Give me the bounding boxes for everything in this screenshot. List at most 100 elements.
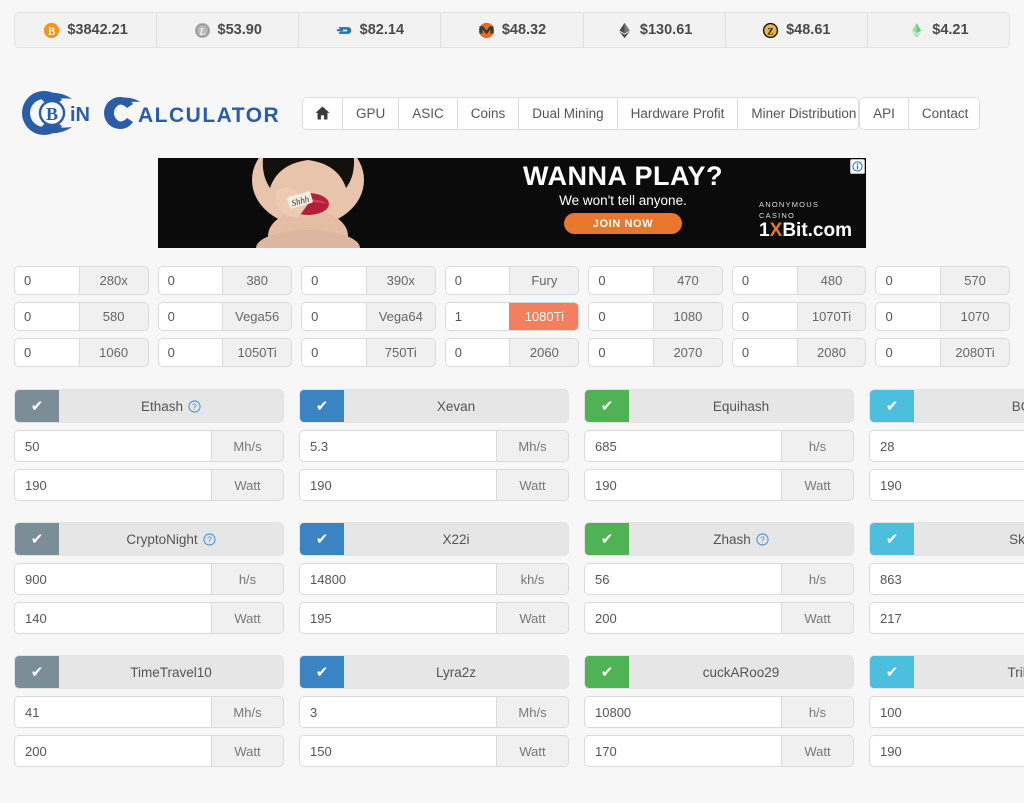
algorithm-name-button[interactable]: TimeTravel10 (59, 656, 283, 688)
gpu-quantity-input[interactable] (159, 267, 223, 294)
ticker-item-zec[interactable]: Z$48.61 (726, 13, 868, 47)
gpu-quantity-input[interactable] (589, 303, 653, 330)
gpu-model-label[interactable]: 2080Ti (940, 339, 1009, 366)
algorithm-name-button[interactable]: Equihash (629, 390, 853, 422)
gpu-model-label[interactable]: 1060 (79, 339, 148, 366)
gpu-model-label[interactable]: 1080 (653, 303, 722, 330)
ticker-item-dash[interactable]: $82.14 (299, 13, 441, 47)
algorithm-name-button[interactable]: Xevan (344, 390, 568, 422)
gpu-quantity-input[interactable] (876, 339, 940, 366)
help-question-icon[interactable]: ? (188, 400, 201, 413)
algorithm-checkbox-zhash[interactable]: ✔ (585, 523, 629, 555)
gpu-quantity-input[interactable] (733, 339, 797, 366)
algorithm-hashrate-input[interactable] (15, 697, 211, 727)
gpu-quantity-input[interactable] (15, 303, 79, 330)
algorithm-checkbox-bcd[interactable]: ✔ (870, 390, 914, 422)
help-question-icon[interactable]: ? (203, 533, 216, 546)
nav-item-api[interactable]: API (860, 98, 909, 129)
algorithm-checkbox-x22i[interactable]: ✔ (300, 523, 344, 555)
advertisement-banner[interactable]: Shhh WANNA PLAY? We won't tell anyone. J… (158, 158, 866, 248)
algorithm-checkbox-xevan[interactable]: ✔ (300, 390, 344, 422)
algorithm-power-input[interactable] (300, 736, 496, 766)
algorithm-name-button[interactable]: BCD (914, 390, 1024, 422)
gpu-model-label[interactable]: 570 (940, 267, 1009, 294)
gpu-quantity-input[interactable] (15, 339, 79, 366)
gpu-quantity-input[interactable] (302, 303, 366, 330)
gpu-model-label[interactable]: 1050Ti (222, 339, 291, 366)
algorithm-hashrate-input[interactable] (870, 564, 1024, 594)
algorithm-checkbox-ethash[interactable]: ✔ (15, 390, 59, 422)
algorithm-checkbox-cryptonight[interactable]: ✔ (15, 523, 59, 555)
algorithm-power-input[interactable] (300, 470, 496, 500)
ticker-item-xmr[interactable]: $48.32 (441, 13, 583, 47)
algorithm-name-button[interactable]: cuckARoo29 (629, 656, 853, 688)
algorithm-name-button[interactable]: Lyra2z (344, 656, 568, 688)
gpu-model-label[interactable]: Fury (509, 267, 578, 294)
nav-item-dual-mining[interactable]: Dual Mining (519, 98, 617, 129)
algorithm-hashrate-input[interactable] (585, 564, 781, 594)
gpu-model-label[interactable]: 1070Ti (797, 303, 866, 330)
algorithm-hashrate-input[interactable] (585, 431, 781, 461)
gpu-model-label[interactable]: 390x (366, 267, 435, 294)
algorithm-power-input[interactable] (15, 736, 211, 766)
gpu-quantity-input[interactable] (589, 339, 653, 366)
ticker-item-ltc[interactable]: L$53.90 (157, 13, 299, 47)
algorithm-hashrate-input[interactable] (585, 697, 781, 727)
gpu-model-label[interactable]: 580 (79, 303, 148, 330)
algorithm-hashrate-input[interactable] (300, 431, 496, 461)
join-now-button[interactable]: JOIN NOW (564, 213, 682, 234)
gpu-model-label[interactable]: 2080 (797, 339, 866, 366)
algorithm-checkbox-cuckaroo29[interactable]: ✔ (585, 656, 629, 688)
algorithm-hashrate-input[interactable] (15, 431, 211, 461)
algorithm-hashrate-input[interactable] (870, 697, 1024, 727)
algorithm-name-button[interactable]: X22i (344, 523, 568, 555)
algorithm-checkbox-tribus[interactable]: ✔ (870, 656, 914, 688)
algorithm-checkbox-timetravel10[interactable]: ✔ (15, 656, 59, 688)
gpu-quantity-input[interactable] (446, 339, 510, 366)
algorithm-power-input[interactable] (870, 603, 1024, 633)
gpu-model-label[interactable]: 2060 (509, 339, 578, 366)
algorithm-name-button[interactable]: CryptoNight? (59, 523, 283, 555)
gpu-quantity-input[interactable] (159, 303, 223, 330)
nav-item-hardware-profit[interactable]: Hardware Profit (618, 98, 739, 129)
nav-home-button[interactable] (303, 98, 343, 129)
gpu-model-label[interactable]: 1080Ti (509, 303, 578, 330)
algorithm-power-input[interactable] (15, 603, 211, 633)
gpu-model-label[interactable]: Vega56 (222, 303, 291, 330)
help-question-icon[interactable]: ? (756, 533, 769, 546)
nav-item-miner-distribution[interactable]: Miner Distribution (738, 98, 859, 129)
algorithm-hashrate-input[interactable] (15, 564, 211, 594)
algorithm-hashrate-input[interactable] (300, 564, 496, 594)
nav-item-coins[interactable]: Coins (458, 98, 520, 129)
ticker-item-btc[interactable]: B$3842.21 (15, 13, 157, 47)
gpu-model-label[interactable]: 1070 (940, 303, 1009, 330)
gpu-quantity-input[interactable] (589, 267, 653, 294)
gpu-model-label[interactable]: Vega64 (366, 303, 435, 330)
nav-item-contact[interactable]: Contact (909, 98, 980, 129)
gpu-model-label[interactable]: 380 (222, 267, 291, 294)
algorithm-checkbox-skein[interactable]: ✔ (870, 523, 914, 555)
gpu-model-label[interactable]: 480 (797, 267, 866, 294)
algorithm-hashrate-input[interactable] (300, 697, 496, 727)
gpu-quantity-input[interactable] (876, 267, 940, 294)
algorithm-power-input[interactable] (585, 736, 781, 766)
gpu-quantity-input[interactable] (446, 303, 510, 330)
gpu-quantity-input[interactable] (733, 267, 797, 294)
gpu-quantity-input[interactable] (733, 303, 797, 330)
gpu-model-label[interactable]: 750Ti (366, 339, 435, 366)
algorithm-name-button[interactable]: Zhash? (629, 523, 853, 555)
gpu-quantity-input[interactable] (159, 339, 223, 366)
gpu-quantity-input[interactable] (15, 267, 79, 294)
algorithm-name-button[interactable]: Tribus (914, 656, 1024, 688)
algorithm-power-input[interactable] (870, 470, 1024, 500)
ticker-item-etc[interactable]: $4.21 (868, 13, 1009, 47)
algorithm-power-input[interactable] (585, 603, 781, 633)
algorithm-checkbox-equihash[interactable]: ✔ (585, 390, 629, 422)
gpu-model-label[interactable]: 280x (79, 267, 148, 294)
gpu-quantity-input[interactable] (302, 267, 366, 294)
algorithm-checkbox-lyra2z[interactable]: ✔ (300, 656, 344, 688)
gpu-model-label[interactable]: 470 (653, 267, 722, 294)
gpu-quantity-input[interactable] (876, 303, 940, 330)
algorithm-power-input[interactable] (585, 470, 781, 500)
ad-info-icon[interactable] (850, 159, 865, 174)
